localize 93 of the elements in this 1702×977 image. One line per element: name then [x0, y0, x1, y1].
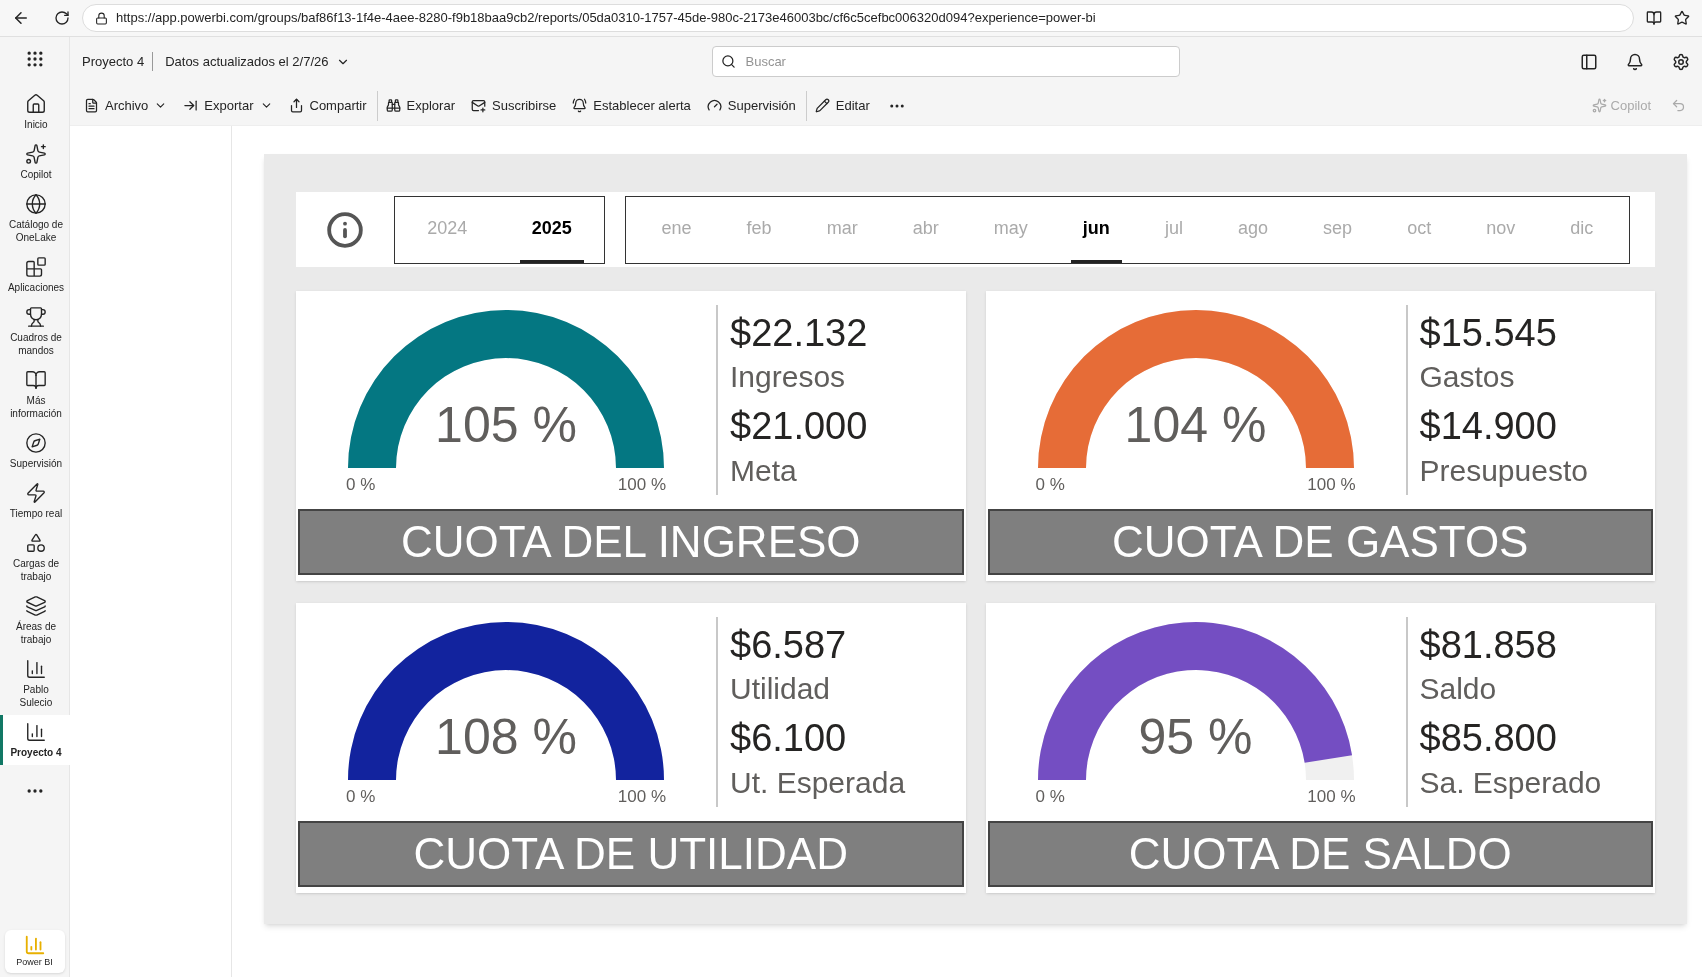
gauge-max-label: 100 %	[1307, 786, 1356, 808]
toolbar-button[interactable]: Suscribirse	[465, 90, 563, 121]
book-icon	[25, 369, 47, 391]
url-text: https://app.powerbi.com/groups/baf86f13-1f4e-4aee-8280-f9b18baa9cb2/reports/05da0310-1757-45de-980c-2173e46003bc/cf6c5cefbc006320d094?experience=power-bi	[116, 9, 1096, 28]
reader-icon[interactable]	[1646, 10, 1662, 26]
actual-label: Gastos	[1419, 359, 1516, 395]
sidebar-item[interactable]: Áreas de trabajo	[0, 589, 70, 652]
address-bar[interactable]: https://app.powerbi.com/groups/baf86f13-1f4e-4aee-8280-f9b18baa9cb2/reports/05da0310-1757-45de-980c-2173e46003bc/cf6c5cefbc006320d094?experience=power-bi	[82, 4, 1634, 32]
globe-icon	[25, 193, 47, 215]
bell-icon	[572, 98, 588, 113]
trophy-icon	[25, 306, 47, 328]
sidebar-item[interactable]: Inicio	[0, 87, 70, 137]
target-label: Ut. Esperada	[730, 765, 906, 801]
layers-icon	[25, 595, 47, 617]
chart-icon	[23, 933, 46, 956]
notification-icon[interactable]	[1626, 52, 1644, 71]
toolbar-button[interactable]: Editar	[805, 90, 876, 121]
actual-value: $15.545	[1419, 311, 1558, 356]
actual-label: Ingresos	[730, 359, 847, 395]
gauge-min-label: 0 %	[346, 474, 376, 496]
sidebar-item[interactable]: Aplicaciones	[0, 250, 70, 300]
gauge-percent: 104 %	[1123, 400, 1268, 450]
gauge-max-label: 100 %	[617, 786, 666, 808]
target-label: Presupuesto	[1419, 453, 1588, 489]
refresh-info[interactable]: Datos actualizados el 2/7/26	[165, 51, 351, 72]
sidebar-item[interactable]: Proyecto 4	[0, 715, 70, 765]
share-icon	[288, 98, 304, 113]
gauge-percent: 95 %	[1137, 712, 1254, 762]
card-title: CUOTA DEL INGRESO	[400, 520, 861, 564]
reload-icon[interactable]	[54, 10, 70, 26]
gauge-min-label: 0 %	[1035, 786, 1065, 808]
gauge-max-label: 100 %	[1307, 474, 1356, 496]
gauge-max-label: 100 %	[617, 474, 666, 496]
star-icon[interactable]	[1674, 10, 1690, 26]
card-title: CUOTA DE SALDO	[1128, 832, 1512, 876]
panel-icon[interactable]	[1580, 52, 1598, 71]
year-option[interactable]: 2025	[519, 196, 584, 263]
gauge-min-label: 0 %	[1035, 474, 1065, 496]
actual-value: $81.858	[1419, 623, 1558, 668]
sidebar-item[interactable]: Más información	[0, 363, 70, 426]
sidebar-item[interactable]: Supervisión	[0, 426, 70, 476]
toolbar-button[interactable]: Compartir	[282, 90, 373, 121]
document-icon	[84, 98, 99, 113]
month-option[interactable]: jun	[1070, 196, 1122, 263]
arrow-icon	[183, 98, 199, 113]
target-value: $85.800	[1419, 716, 1558, 761]
gauge-percent: 108 %	[434, 712, 578, 762]
target-value: $6.100	[730, 716, 848, 761]
lightning-icon	[25, 482, 47, 504]
toolbar-button[interactable]: Explorar	[376, 90, 461, 121]
card-title: CUOTA DE UTILIDAD	[413, 832, 848, 876]
pencil-icon	[814, 98, 830, 113]
settings-icon[interactable]	[1672, 52, 1690, 71]
sidebar-item[interactable]: Copilot	[0, 137, 70, 187]
search-field[interactable]: Buscar	[712, 46, 1181, 77]
app-label: Power BI	[16, 955, 53, 969]
sparkle-icon	[25, 143, 47, 165]
shapes-icon	[25, 532, 47, 554]
toolbar-button[interactable]: Archivo	[78, 90, 174, 121]
target-label: Meta	[730, 453, 798, 489]
toolbar-button[interactable]: Establecer alerta	[566, 90, 697, 121]
sidebar-item[interactable]: Cargas de trabajo	[0, 526, 70, 589]
back-icon[interactable]	[12, 9, 30, 27]
sidebar-item[interactable]: Cuadros de mandos	[0, 300, 70, 363]
app-switcher[interactable]: Power BI	[4, 929, 65, 973]
sidebar-item[interactable]: Catálogo de OneLake	[0, 187, 70, 250]
target-value: $14.900	[1419, 404, 1558, 449]
info-icon[interactable]	[326, 210, 364, 249]
chart-icon	[25, 721, 47, 743]
gauge-icon	[706, 98, 722, 113]
blocks-icon	[25, 256, 47, 278]
chart-icon	[25, 658, 47, 680]
actual-value: $22.132	[730, 311, 868, 356]
binoculars-icon	[385, 98, 401, 113]
workspace-name[interactable]: Proyecto 4	[82, 51, 154, 72]
target-label: Sa. Esperado	[1419, 765, 1602, 801]
compass-icon	[25, 432, 47, 454]
toolbar-button[interactable]: Exportar	[177, 90, 279, 121]
actual-label: Saldo	[1419, 671, 1498, 707]
home-icon	[25, 93, 47, 115]
search-icon	[721, 54, 737, 69]
card-title: CUOTA DE GASTOS	[1112, 520, 1529, 564]
mail-icon	[471, 98, 486, 113]
gauge-percent: 105 %	[434, 400, 578, 450]
target-value: $21.000	[730, 404, 868, 449]
sidebar-item[interactable]: Pablo Sulecio	[0, 652, 70, 715]
sidebar-item[interactable]: Tiempo real	[0, 476, 70, 526]
actual-value: $6.587	[730, 623, 848, 668]
lock-icon	[95, 11, 108, 25]
gauge-min-label: 0 %	[346, 786, 376, 808]
actual-label: Utilidad	[730, 671, 832, 707]
toolbar-button[interactable]: Supervisión	[700, 90, 802, 121]
sparkle-icon	[1591, 98, 1607, 113]
